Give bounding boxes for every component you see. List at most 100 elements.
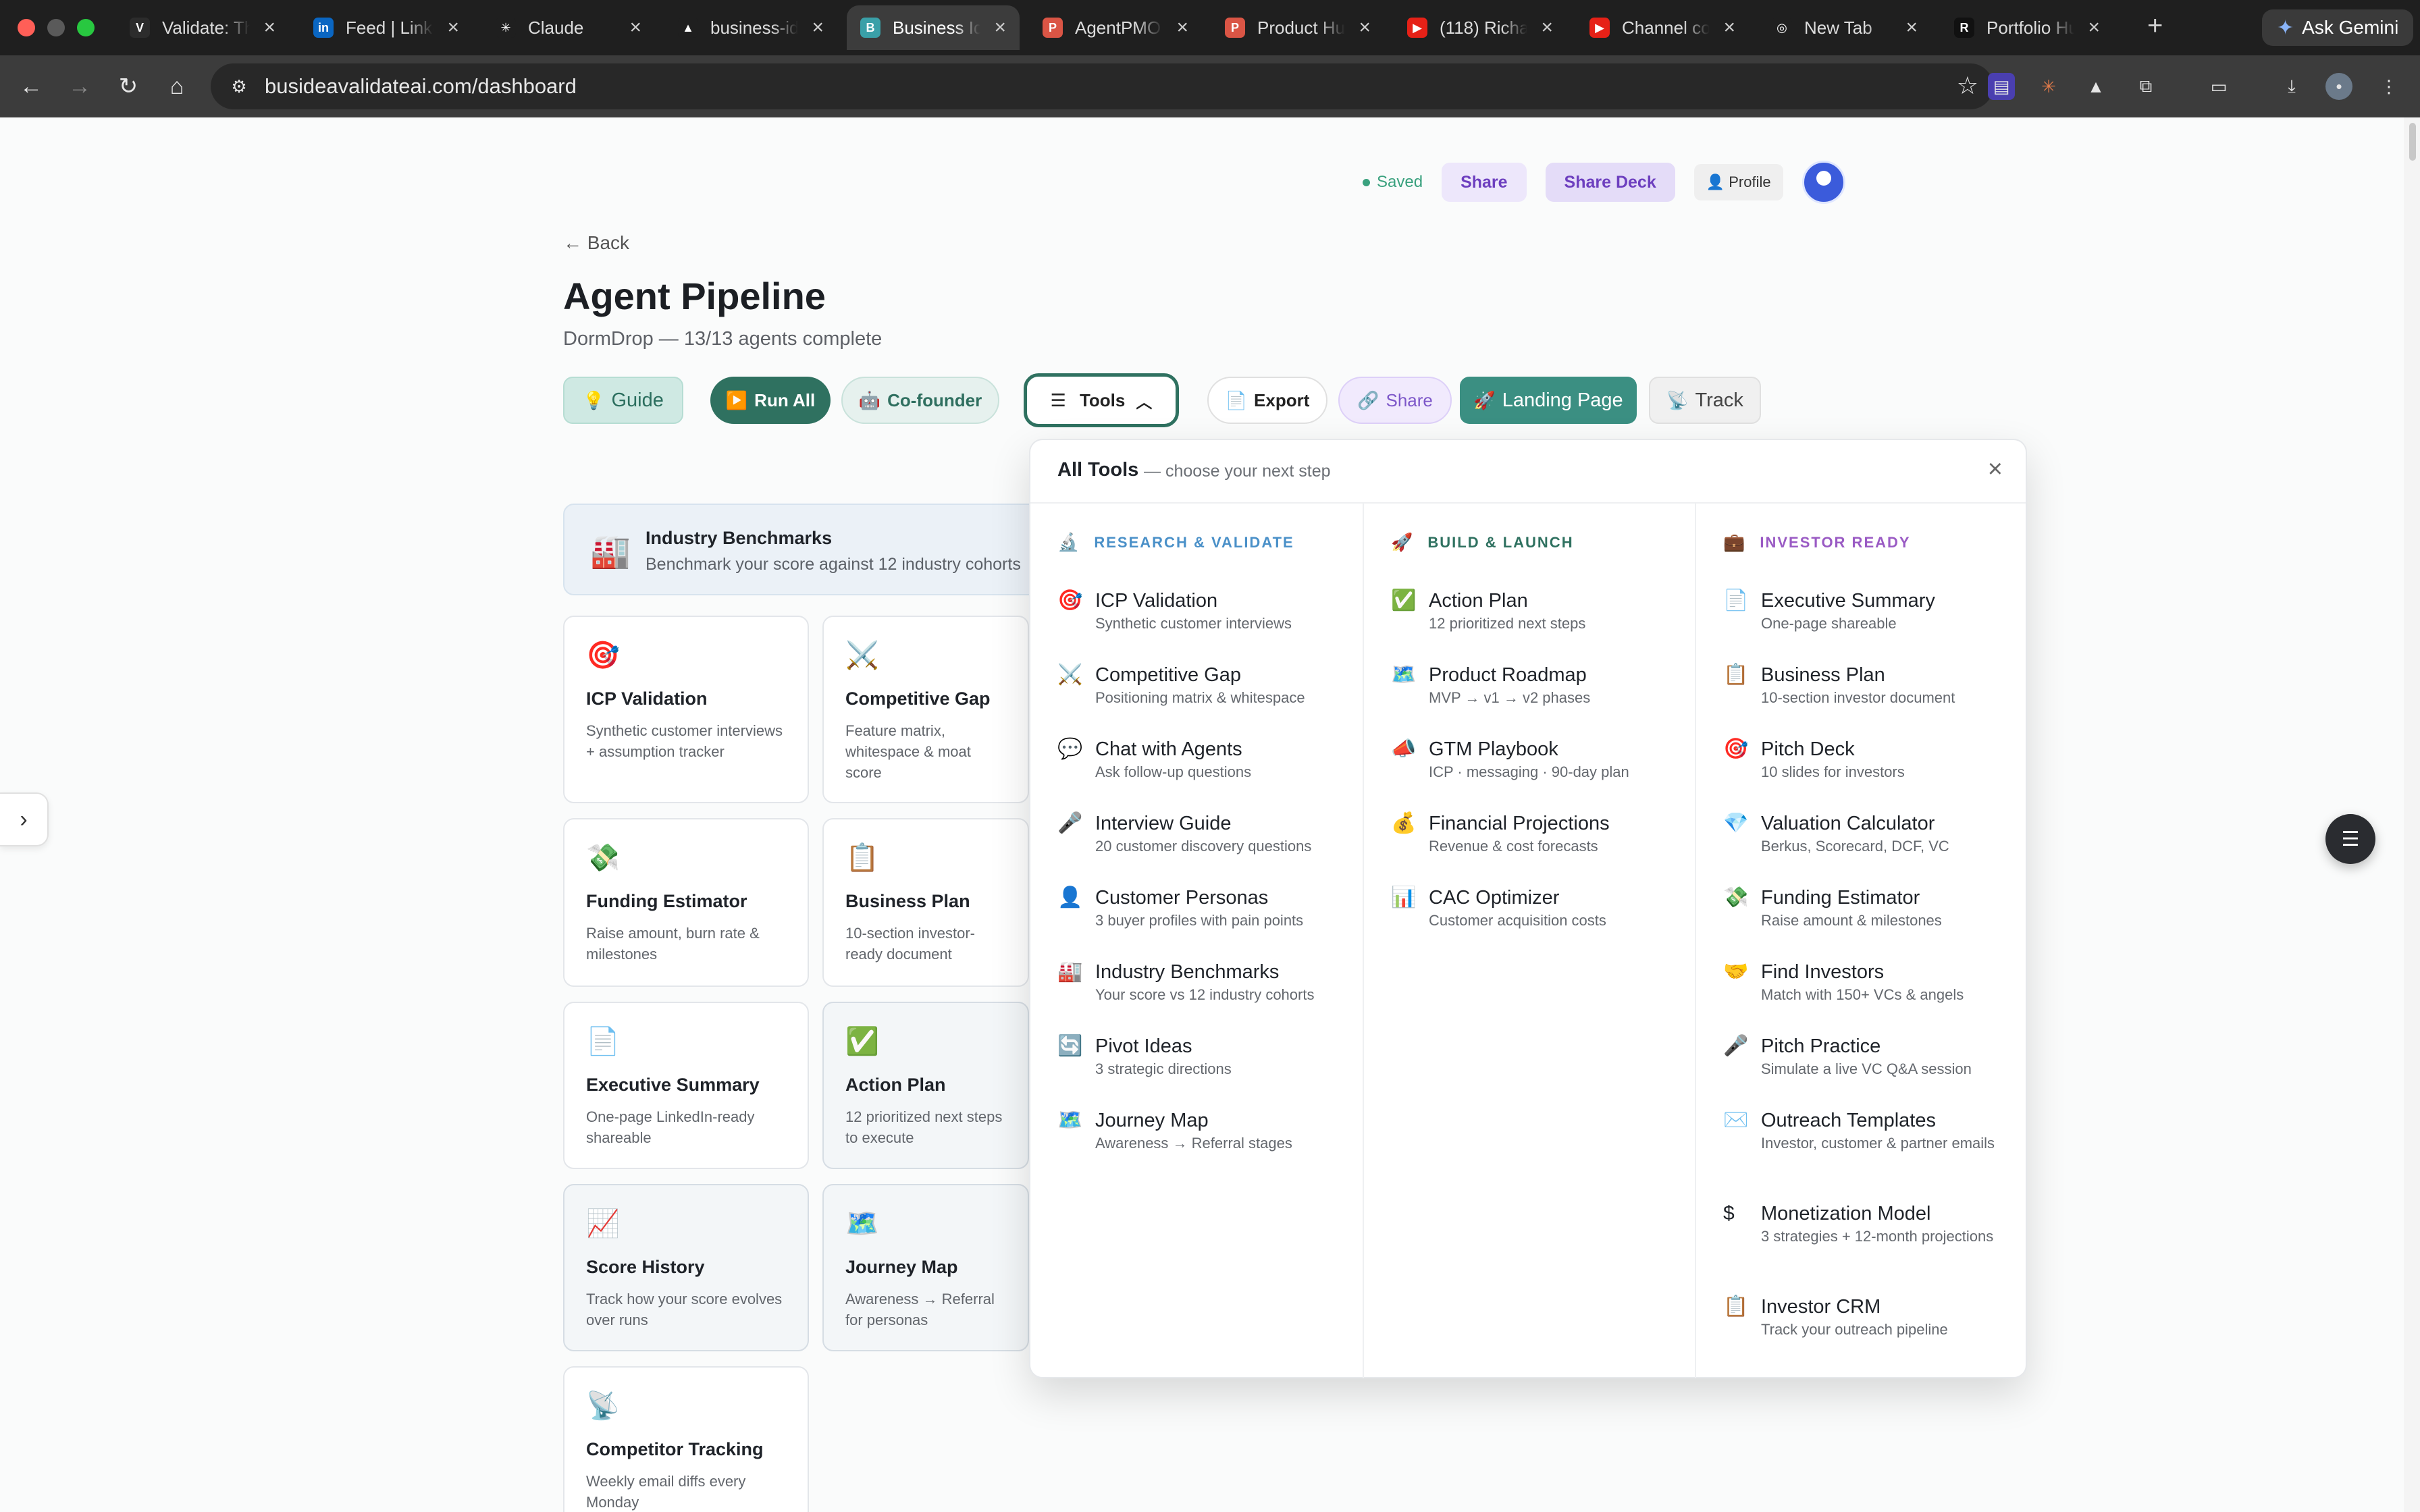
tools-menu-item[interactable]: 💎 Valuation Calculator Berkus, Scorecard, … — [1723, 811, 1949, 856]
extension-reader-icon[interactable]: ▤ — [1988, 73, 2015, 100]
tools-menu-item[interactable]: $ Monetization Model 3 strategies + 12-mon… — [1723, 1202, 1993, 1246]
close-tab-icon[interactable]: × — [1899, 16, 1918, 39]
landing-page-button[interactable]: 🚀 Landing Page — [1460, 377, 1637, 424]
cofounder-button[interactable]: 🤖 Co-founder — [841, 377, 999, 424]
ask-gemini-button[interactable]: ✦ Ask Gemini — [2262, 9, 2414, 46]
tools-menu-item[interactable]: 📋 Investor CRM Track your outreach pipelin… — [1723, 1295, 1948, 1339]
tools-dropdown-subtitle: — choose your next step — [1144, 462, 1331, 481]
agent-card[interactable]: ✅ Action Plan 12 prioritized next steps to… — [822, 1002, 1029, 1169]
maximize-window-icon[interactable] — [77, 19, 95, 36]
tools-menu-item[interactable]: 🔄 Pivot Ideas 3 strategic directions — [1057, 1034, 1232, 1079]
tools-menu-item[interactable]: 🎯 ICP Validation Synthetic customer interv… — [1057, 589, 1292, 633]
export-label: Export — [1254, 389, 1310, 410]
floating-menu-button[interactable]: ☰ — [2325, 814, 2375, 864]
forward-arrow-icon[interactable]: → — [63, 70, 96, 103]
scrollbar[interactable] — [2404, 117, 2420, 1512]
export-button[interactable]: 📄 Export — [1207, 377, 1327, 424]
run-all-button[interactable]: ▶️ Run All — [710, 377, 831, 424]
tools-menu-item[interactable]: 💸 Funding Estimator Raise amount & milesto… — [1723, 886, 1942, 930]
close-tab-icon[interactable]: × — [805, 16, 824, 39]
tools-menu-item[interactable]: 📊 CAC Optimizer Customer acquisition costs — [1391, 886, 1606, 930]
tab-title: (118) Richard — [1440, 17, 1527, 38]
close-tab-icon[interactable]: × — [987, 16, 1006, 39]
sidebar-expand-button[interactable]: › — [0, 792, 49, 846]
close-tab-icon[interactable]: × — [623, 16, 641, 39]
track-button[interactable]: 📡 Track — [1649, 377, 1761, 424]
bookmark-star-icon[interactable]: ☆ — [1957, 72, 1978, 100]
tools-menu-item[interactable]: 🎤 Pitch Practice Simulate a live VC Q&A se… — [1723, 1034, 1972, 1079]
agent-card[interactable]: ⚔️ Competitive Gap Feature matrix, whitesp… — [822, 616, 1029, 803]
close-tab-icon[interactable]: × — [1169, 16, 1188, 39]
agent-card[interactable]: 🗺️ Journey Map Awareness → Referral for pe… — [822, 1184, 1029, 1351]
tools-menu-item[interactable]: 🎯 Pitch Deck 10 slides for investors — [1723, 737, 1905, 782]
minimize-window-icon[interactable] — [47, 19, 65, 36]
download-icon[interactable]: ⤓ — [2278, 73, 2305, 100]
profile-avatar-icon[interactable]: • — [2325, 73, 2352, 100]
browser-tab[interactable]: P AgentPMO × — [1029, 5, 1202, 50]
close-window-icon[interactable] — [18, 19, 35, 36]
close-tab-icon[interactable]: × — [440, 16, 459, 39]
agent-card[interactable]: 📡 Competitor Tracking Weekly email diffs e… — [563, 1366, 809, 1512]
profile-button[interactable]: 👤 Profile — [1693, 164, 1783, 200]
tools-menu-item[interactable]: 🏭 Industry Benchmarks Your score vs 12 ind… — [1057, 960, 1314, 1004]
tools-item-icon: 📄 — [1723, 589, 1749, 612]
new-tab-button[interactable]: + — [2147, 11, 2163, 41]
reload-icon[interactable]: ↻ — [112, 70, 144, 103]
user-avatar[interactable] — [1801, 161, 1845, 204]
share-deck-button[interactable]: Share Deck — [1545, 163, 1675, 202]
agent-card-description: Feature matrix, whitespace & moat score — [845, 722, 971, 781]
extension-vercel-icon[interactable]: ▲ — [2082, 73, 2109, 100]
tools-menu-item[interactable]: ⚔️ Competitive Gap Positioning matrix & wh… — [1057, 663, 1305, 707]
home-icon[interactable]: ⌂ — [161, 70, 193, 103]
tools-menu-item[interactable]: 📣 GTM Playbook ICP · messaging · 90-day pl… — [1391, 737, 1629, 782]
browser-tab[interactable]: ▲ business-idea × — [664, 5, 837, 50]
browser-tab[interactable]: ✳ Claude × — [482, 5, 655, 50]
share-pipeline-button[interactable]: 🔗 Share — [1338, 377, 1452, 424]
scrollbar-thumb[interactable] — [2409, 123, 2416, 161]
agent-card[interactable]: 📋 Business Plan 10-section investor-ready … — [822, 818, 1029, 987]
tools-menu-item[interactable]: ✅ Action Plan 12 prioritized next steps — [1391, 589, 1585, 633]
tools-menu-item[interactable]: 💰 Financial Projections Revenue & cost for… — [1391, 811, 1610, 856]
close-tab-icon[interactable]: × — [257, 16, 275, 39]
tools-menu-button[interactable]: ☰ Tools ︿ — [1024, 373, 1179, 427]
browser-tab[interactable]: in Feed | LinkedIn × — [300, 5, 473, 50]
tools-menu-item[interactable]: 📋 Business Plan 10-section investor docume… — [1723, 663, 1955, 707]
browser-tab[interactable]: ▶ Channel content × — [1576, 5, 1749, 50]
browser-tab[interactable]: P Product Hunt × — [1211, 5, 1384, 50]
tools-menu-item[interactable]: 💬 Chat with Agents Ask follow-up questions — [1057, 737, 1251, 782]
back-arrow-icon[interactable]: ← — [15, 70, 47, 103]
extension-claude-icon[interactable]: ✳ — [2035, 73, 2062, 100]
tools-menu-item[interactable]: ✉️ Outreach Templates Investor, customer &… — [1723, 1108, 1995, 1153]
industry-benchmarks-banner[interactable]: 🏭 Industry Benchmarks Benchmark your sco… — [563, 504, 1090, 595]
guide-button[interactable]: 💡 Guide — [563, 377, 683, 424]
close-tab-icon[interactable]: × — [1716, 16, 1735, 39]
browser-tab[interactable]: B Business Idea × — [847, 5, 1020, 50]
tools-menu-item[interactable]: 🎤 Interview Guide 20 customer discovery qu… — [1057, 811, 1311, 856]
tab-title: Portfolio Hub — [1987, 17, 2074, 38]
browser-tab[interactable]: V Validate: Th × — [116, 5, 289, 50]
cast-icon[interactable]: ▭ — [2205, 73, 2232, 100]
menu-kebab-icon[interactable]: ⋮ — [2375, 73, 2402, 100]
tools-menu-item[interactable]: 👤 Customer Personas 3 buyer profiles with … — [1057, 886, 1303, 930]
agent-card[interactable]: 📈 Score History Track how your score evolv… — [563, 1184, 809, 1351]
close-icon[interactable]: × — [1988, 455, 2003, 484]
browser-tab[interactable]: ▶ (118) Richard × — [1394, 5, 1567, 50]
close-tab-icon[interactable]: × — [1534, 16, 1553, 39]
agent-card[interactable]: 🎯 ICP Validation Synthetic customer interv… — [563, 616, 809, 803]
address-bar[interactable]: ⚙ busideavalidateai.com/dashboard ☆ — [211, 63, 1993, 109]
agent-card[interactable]: 💸 Funding Estimator Raise amount, burn rat… — [563, 818, 809, 987]
share-button[interactable]: Share — [1442, 163, 1527, 202]
tools-menu-item[interactable]: 🤝 Find Investors Match with 150+ VCs & ang… — [1723, 960, 1964, 1004]
agent-card[interactable]: 📄 Executive Summary One-page LinkedIn-read… — [563, 1002, 809, 1169]
browser-tab[interactable]: R Portfolio Hub × — [1941, 5, 2113, 50]
close-tab-icon[interactable]: × — [1352, 16, 1371, 39]
close-tab-icon[interactable]: × — [2081, 16, 2100, 39]
browser-tab[interactable]: ◎ New Tab × — [1758, 5, 1931, 50]
tools-menu-item[interactable]: 📄 Executive Summary One-page shareable — [1723, 589, 1935, 633]
tools-menu-item[interactable]: 🗺️ Product Roadmap MVP → v1 → v2 phases — [1391, 663, 1590, 707]
back-link[interactable]: ← Back — [563, 232, 629, 254]
tools-menu-item[interactable]: 🗺️ Journey Map Awareness → Referral stages — [1057, 1108, 1292, 1153]
extensions-puzzle-icon[interactable]: ⧉ — [2132, 73, 2159, 100]
site-settings-icon[interactable]: ⚙ — [226, 73, 253, 100]
agent-card-icon: 📡 — [586, 1391, 620, 1421]
